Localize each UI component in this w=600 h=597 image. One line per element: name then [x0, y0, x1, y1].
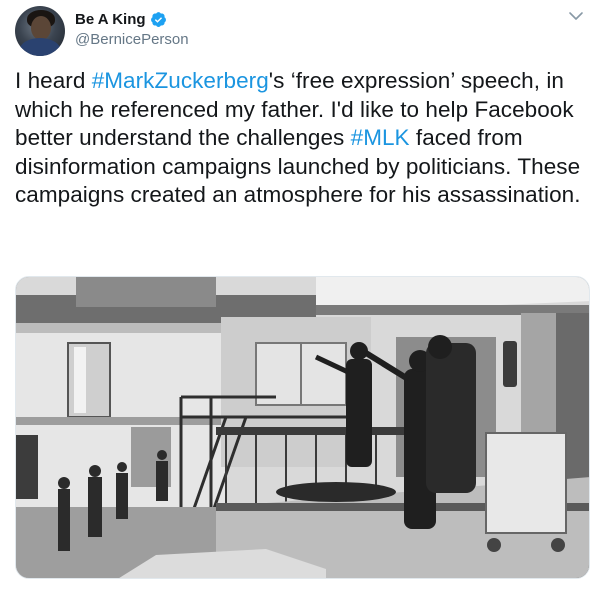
user-avatar[interactable]	[15, 6, 65, 56]
tweet-text-part-1: I heard	[15, 68, 92, 93]
hashtag-link-mlk[interactable]: #MLK	[351, 125, 410, 150]
avatar-face	[31, 16, 51, 40]
author-names: Be A King @BernicePerson	[75, 8, 189, 49]
hashtag-link-markzuckerberg[interactable]: #MarkZuckerberg	[92, 68, 269, 93]
tweet-photo[interactable]	[15, 276, 590, 579]
verified-badge-icon	[150, 11, 167, 28]
tweet-text: I heard #MarkZuckerberg's ‘free expressi…	[15, 67, 590, 210]
display-name[interactable]: Be A King	[75, 11, 146, 28]
display-name-row: Be A King	[75, 8, 189, 30]
photo-icon	[16, 277, 589, 578]
user-handle[interactable]: @BernicePerson	[75, 31, 189, 48]
avatar-shoulders	[19, 38, 61, 56]
tweet-header: Be A King @BernicePerson	[15, 6, 590, 56]
tweet: Be A King @BernicePerson I heard #MarkZu…	[0, 0, 600, 597]
chevron-down-icon[interactable]	[568, 8, 584, 24]
